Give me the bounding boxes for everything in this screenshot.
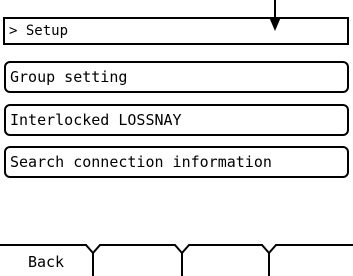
search-connection-information-button[interactable]: Search connection information bbox=[4, 146, 349, 178]
group-setting-button[interactable]: Group setting bbox=[4, 61, 349, 93]
back-button[interactable]: Back bbox=[6, 249, 86, 275]
search-connection-information-label: Search connection information bbox=[10, 153, 272, 171]
function-key-bar: Back bbox=[0, 231, 353, 276]
function-key-4[interactable] bbox=[272, 249, 352, 275]
page-title: > Setup bbox=[9, 23, 69, 39]
interlocked-lossnay-label: Interlocked LOSSNAY bbox=[10, 111, 182, 129]
back-label: Back bbox=[27, 253, 65, 271]
function-key-2[interactable] bbox=[96, 249, 176, 275]
group-setting-label: Group setting bbox=[10, 68, 128, 86]
function-key-3[interactable] bbox=[184, 249, 264, 275]
interlocked-lossnay-button[interactable]: Interlocked LOSSNAY bbox=[4, 104, 349, 136]
breadcrumb: > Setup bbox=[3, 17, 349, 45]
